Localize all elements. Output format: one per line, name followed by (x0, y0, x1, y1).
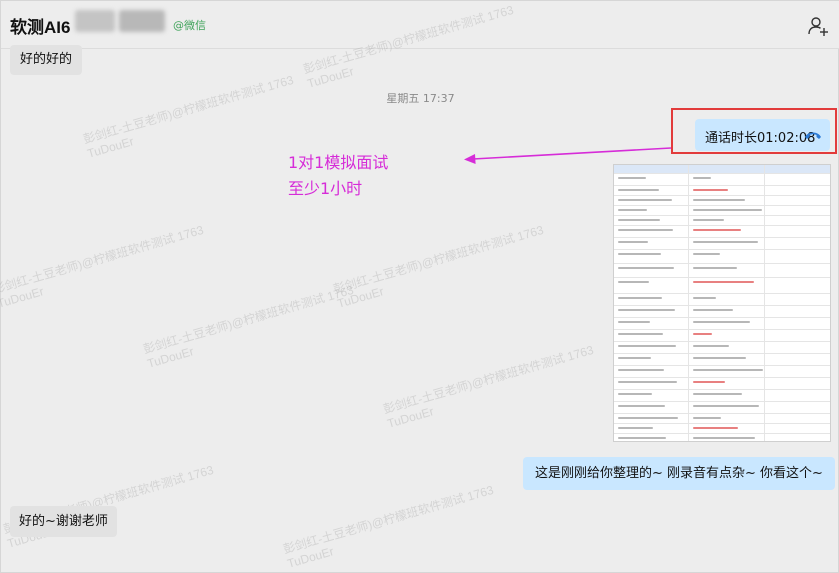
add-user-icon[interactable] (807, 15, 829, 37)
doc-text-stroke (693, 427, 738, 429)
time-separator: 星期五 17:37 (386, 92, 455, 105)
doc-table-row (614, 293, 830, 294)
doc-table-row (614, 365, 830, 366)
doc-table-row (614, 401, 830, 402)
doc-table-row (614, 249, 830, 250)
wechat-tag: @微信 (173, 19, 206, 32)
received-message[interactable]: 好的~谢谢老师 (10, 506, 117, 537)
doc-text-stroke (693, 281, 754, 283)
chat-window: 软测AI6 @微信 彭剑红-土豆老师)@柠檬班软件测试 1763 TuDouEr … (0, 0, 839, 573)
doc-text-stroke (618, 253, 661, 255)
doc-table-row (614, 215, 830, 216)
doc-text-stroke (618, 219, 660, 221)
doc-text-stroke (618, 393, 652, 395)
doc-text-stroke (693, 241, 758, 243)
watermark: 彭剑红-土豆老师)@柠檬班软件测试 1763 TuDouEr (281, 482, 496, 571)
doc-table-row (614, 305, 830, 306)
redacted-name-part (119, 10, 165, 32)
doc-header-row (614, 165, 830, 173)
doc-text-stroke (618, 241, 648, 243)
doc-text-stroke (618, 427, 653, 429)
doc-text-stroke (618, 321, 650, 323)
watermark: 彭剑红-土豆老师)@柠檬班软件测试 1763 TuDouEr (381, 342, 596, 431)
chat-scrollbar[interactable] (832, 51, 838, 571)
doc-text-stroke (693, 405, 759, 407)
doc-text-stroke (693, 229, 741, 231)
doc-text-stroke (693, 345, 729, 347)
doc-table-row (614, 389, 830, 390)
received-message[interactable]: 好的好的 (10, 45, 83, 75)
doc-text-stroke (618, 437, 666, 439)
doc-text-stroke (618, 199, 672, 201)
doc-text-stroke (693, 393, 742, 395)
doc-table-row (614, 433, 830, 434)
doc-text-stroke (618, 309, 675, 311)
redacted-name-part (75, 10, 115, 32)
doc-text-stroke (693, 417, 721, 419)
doc-text-stroke (693, 253, 720, 255)
doc-table-row (614, 237, 830, 238)
doc-text-stroke (618, 405, 665, 407)
doc-text-stroke (693, 189, 728, 191)
doc-text-stroke (618, 297, 662, 299)
doc-text-stroke (618, 381, 677, 383)
doc-table-row (614, 413, 830, 414)
doc-text-stroke (693, 199, 745, 201)
doc-table-row (614, 377, 830, 378)
highlight-box (671, 108, 837, 154)
doc-text-stroke (618, 369, 664, 371)
doc-table-row (614, 423, 830, 424)
chat-header: 软测AI6 @微信 (1, 1, 839, 49)
doc-text-stroke (693, 357, 746, 359)
sent-message[interactable]: 这是刚刚给你整理的~ 刚录音有点杂~ 你看这个~ (523, 457, 835, 490)
doc-text-stroke (693, 267, 737, 269)
shared-document-image[interactable] (613, 164, 831, 442)
chat-title: 软测AI6 (10, 18, 71, 37)
doc-table-row (614, 317, 830, 318)
doc-text-stroke (693, 309, 733, 311)
doc-text-stroke (618, 177, 646, 179)
doc-text-stroke (693, 369, 763, 371)
doc-text-stroke (693, 219, 724, 221)
doc-text-stroke (618, 209, 647, 211)
doc-text-stroke (618, 267, 674, 269)
doc-table-row (614, 353, 830, 354)
doc-text-stroke (618, 345, 676, 347)
doc-text-stroke (618, 229, 673, 231)
doc-table-row (614, 185, 830, 186)
doc-table-row (614, 173, 830, 174)
doc-table-row (614, 205, 830, 206)
doc-text-stroke (693, 297, 716, 299)
annotation-line-2: 至少1小时 (288, 179, 363, 198)
doc-text-stroke (693, 333, 712, 335)
doc-table-row (614, 277, 830, 278)
annotation-line-1: 1对1模拟面试 (288, 153, 389, 172)
doc-text-stroke (618, 417, 678, 419)
doc-table-row (614, 225, 830, 226)
watermark: 彭剑红-土豆老师)@柠檬班软件测试 1763 TuDouEr (0, 222, 206, 311)
doc-text-stroke (618, 281, 649, 283)
watermark: 彭剑红-土豆老师)@柠檬班软件测试 1763 TuDouEr (141, 282, 356, 371)
doc-table-row (614, 341, 830, 342)
doc-text-stroke (693, 381, 725, 383)
doc-text-stroke (693, 437, 755, 439)
doc-table-row (614, 195, 830, 196)
doc-text-stroke (618, 333, 663, 335)
doc-table-row (614, 263, 830, 264)
watermark: 彭剑红-土豆老师)@柠檬班软件测试 1763 TuDouEr (331, 222, 546, 311)
doc-text-stroke (618, 189, 659, 191)
watermark: 彭剑红-土豆老师)@柠檬班软件测试 1763 TuDouEr (81, 72, 296, 161)
doc-text-stroke (693, 209, 762, 211)
doc-text-stroke (693, 177, 711, 179)
doc-text-stroke (618, 357, 651, 359)
doc-table-row (614, 329, 830, 330)
doc-text-stroke (693, 321, 750, 323)
